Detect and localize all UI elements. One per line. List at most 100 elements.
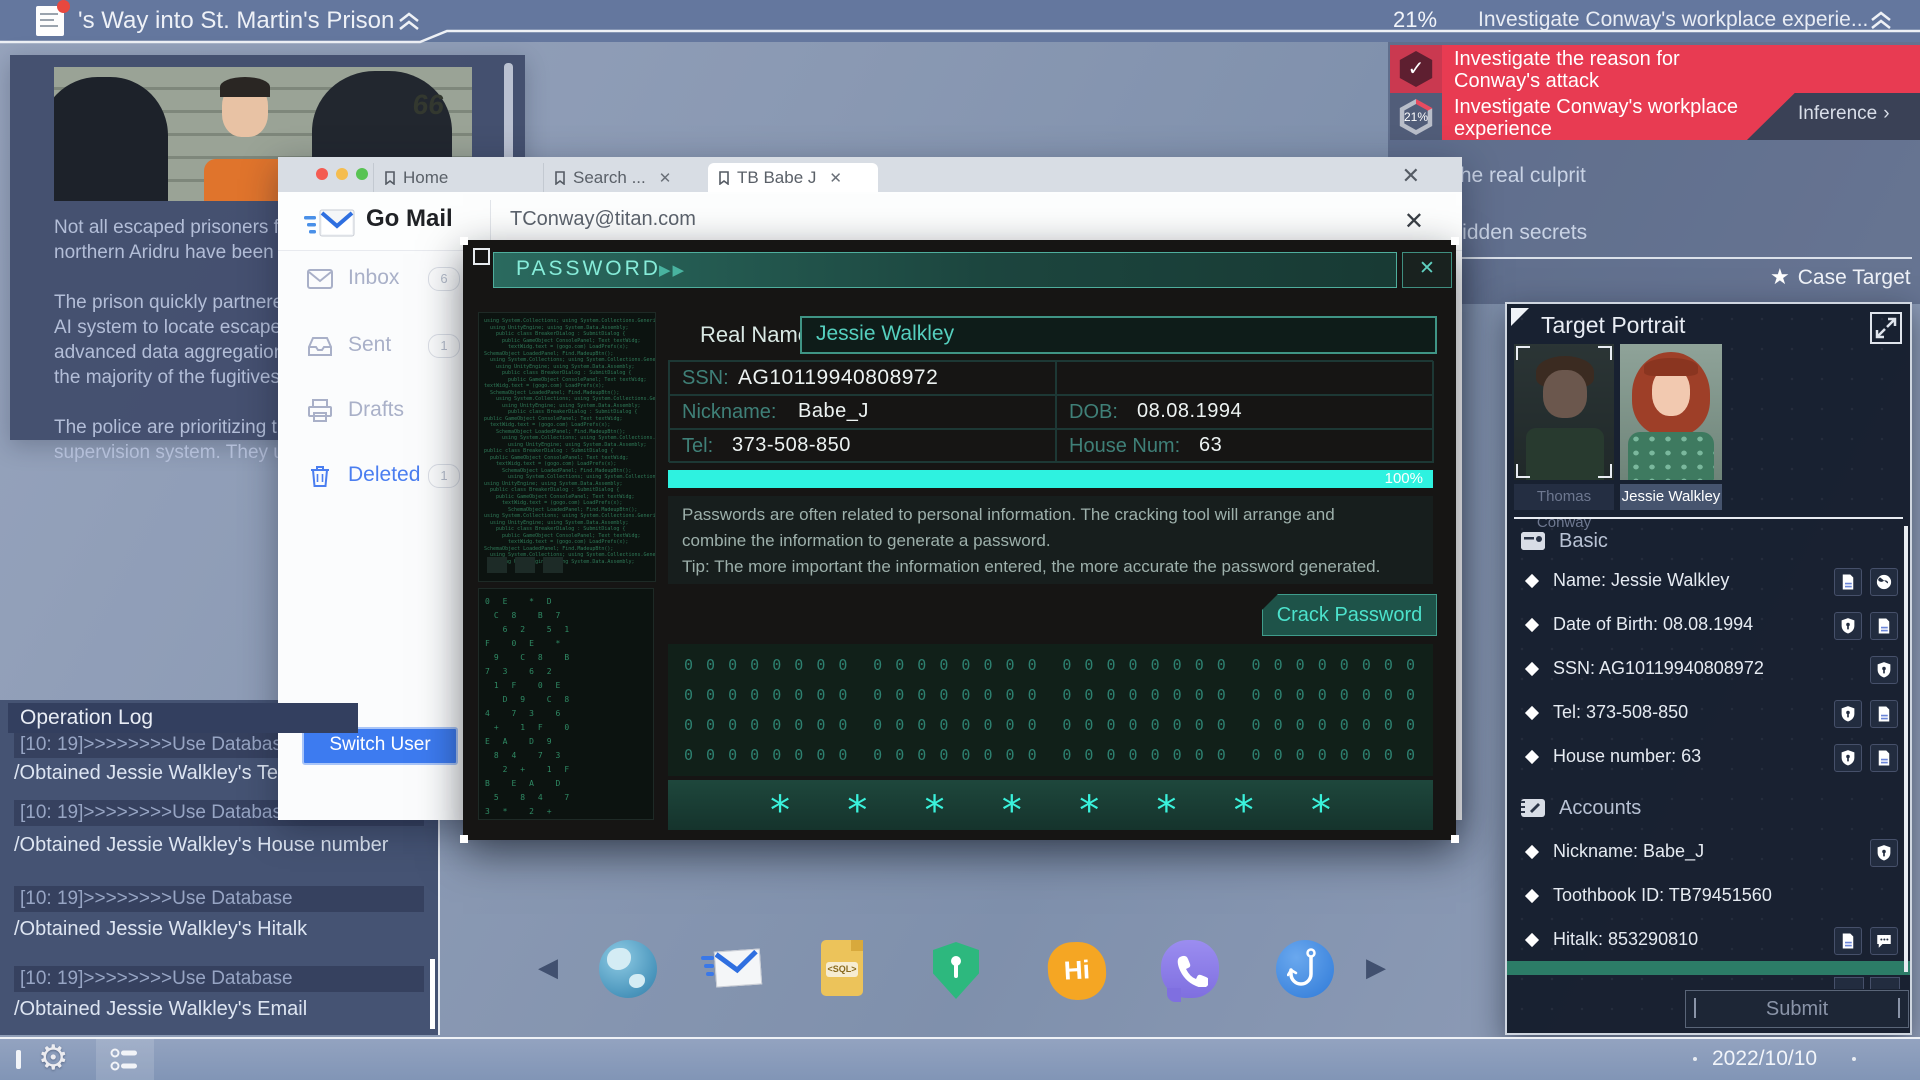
info-text: Nickname: Babe_J [1553, 841, 1705, 861]
doc-icon[interactable] [1870, 700, 1898, 728]
settings-gear-icon[interactable]: ⚙ [38, 1038, 68, 1078]
log-entry-time: [10: 19]>>>>>>>>Use Database [14, 966, 424, 992]
submit-button[interactable]: Submit [1685, 990, 1909, 1028]
real-name-input[interactable]: Jessie Walkley [800, 316, 1437, 354]
folder-label: Deleted [348, 463, 421, 486]
id-card-icon [1521, 532, 1545, 550]
browser-globe-icon[interactable] [599, 940, 657, 998]
tab-close-icon[interactable]: ✕ [659, 169, 672, 187]
task-manager-icon[interactable] [96, 1039, 154, 1080]
window-mode-icon[interactable] [473, 248, 490, 265]
ssn-cell[interactable]: SSN: AG10119940808972 [669, 361, 1056, 395]
basic-section-title: Basic [1559, 530, 1608, 552]
dock-scroll-left-icon[interactable]: ◀ [538, 952, 558, 983]
shield-icon[interactable] [1834, 612, 1862, 640]
personal-info-grid: SSN: AG10119940808972 Nickname: Babe_J D… [668, 360, 1434, 463]
news-app-icon[interactable] [36, 0, 70, 36]
digit-group: 0 0 0 0 0 0 0 0 [1062, 656, 1228, 674]
globe-icon[interactable] [1870, 568, 1898, 596]
folder-count-badge: 6 [428, 267, 460, 291]
task-collapse-chevron-icon[interactable] [1868, 9, 1894, 31]
mail-account-address: TConway@titan.com [510, 208, 696, 230]
diamond-bullet-icon [1524, 661, 1540, 677]
portrait-jessie-walkley[interactable] [1620, 344, 1722, 480]
folder-count-badge: 1 [428, 464, 460, 488]
browser-close-button[interactable]: ✕ [1402, 163, 1420, 189]
log-entry-detail: /Obtained Jessie Walkley's House number [14, 834, 389, 856]
info-text: Tel: 373-508-850 [1553, 702, 1689, 722]
minimized-window-indicator[interactable] [16, 1050, 21, 1069]
traffic-light-close-icon[interactable] [316, 168, 328, 180]
password-close-button[interactable]: ✕ [1402, 252, 1452, 288]
log-entry-time: [10: 19]>>>>>>>>Use Database [14, 886, 424, 912]
traffic-light-minimize-icon[interactable] [336, 168, 348, 180]
shield-icon[interactable] [1870, 839, 1898, 867]
browser-tab-home[interactable]: Home [373, 163, 544, 192]
tab-label: TB Babe J [737, 167, 817, 187]
chat-icon[interactable] [1870, 927, 1898, 955]
operation-log-scrollbar[interactable] [430, 959, 435, 1029]
phone-icon[interactable] [1161, 940, 1219, 1002]
password-mask-char: * [845, 788, 870, 834]
doc-icon[interactable] [1834, 927, 1862, 955]
accounts-section-title: Accounts [1559, 797, 1642, 819]
fish-hook-icon[interactable] [1276, 940, 1334, 998]
case-panel-scrollbar[interactable] [1904, 526, 1908, 972]
nickname-cell[interactable]: Nickname: Babe_J [669, 395, 1056, 429]
digit-group: 0 0 0 0 0 0 0 0 [1251, 686, 1417, 704]
diamond-bullet-icon [1524, 888, 1540, 904]
crack-password-button[interactable]: Crack Password [1262, 594, 1437, 636]
portrait-thomas-conway[interactable] [1514, 344, 1614, 480]
hitalk-icon[interactable]: Hi [1046, 940, 1108, 1002]
house-num-cell[interactable]: House Num: 63 [1056, 429, 1434, 463]
digit-group: 0 0 0 0 0 0 0 0 [873, 746, 1039, 764]
digit-group: 0 0 0 0 0 0 0 0 [1062, 716, 1228, 734]
divider [1390, 257, 1912, 259]
doc-icon[interactable] [1870, 612, 1898, 640]
dot-decoration [1693, 1057, 1697, 1061]
info-text: Hitalk: 853290810 [1553, 929, 1699, 949]
password-window-titlebar[interactable]: PASSWORD ▶▶ [493, 252, 1397, 288]
diamond-bullet-icon [1524, 749, 1540, 765]
password-cracker-window: PASSWORD ▶▶ ✕ using System.Collections; … [460, 237, 1459, 843]
go-mail-dock-icon[interactable] [701, 940, 763, 998]
doc-icon[interactable] [1834, 568, 1862, 596]
case-target-panel: Target Portrait Thomas Conway Jessie Wal… [1505, 302, 1912, 1035]
shield-icon[interactable] [1870, 656, 1898, 684]
tab-close-icon[interactable]: ✕ [829, 169, 842, 187]
tel-cell[interactable]: Tel: 373-508-850 [669, 429, 1056, 463]
empty-cell [1056, 361, 1434, 395]
shield-icon[interactable] [1834, 744, 1862, 772]
browser-tab-bar: Home Search ... ✕ TB Babe J ✕ ✕ [278, 157, 1462, 192]
password-mask-char: * [1154, 788, 1179, 834]
browser-tab-search-[interactable]: Search ... ✕ [543, 163, 714, 192]
dock-scroll-right-icon[interactable]: ▶ [1366, 952, 1386, 983]
crack-progress-bar: 100% [668, 470, 1433, 488]
task-1-line-1: Investigate the reason for [1454, 48, 1680, 70]
digit-scramble-display: 0 0 0 0 0 0 0 0 0 0 0 0 0 0 0 0 0 0 0 0 0 … [668, 644, 1433, 776]
operation-log-header: Operation Log [8, 703, 358, 733]
sql-database-icon[interactable]: <SQL> [813, 940, 871, 998]
current-task-title: Investigate Conway's workplace experie..… [1478, 8, 1869, 31]
folder-count-badge: 1 [428, 334, 460, 358]
task-2-line-1: Investigate Conway's workplace [1454, 96, 1738, 118]
log-entry-detail: /Obtained Jessie Walkley's Hitalk [14, 918, 308, 940]
crack-description: Passwords are often related to personal … [668, 496, 1433, 584]
inference-button[interactable]: Inference › [1798, 103, 1890, 125]
mail-close-button[interactable]: ✕ [1404, 207, 1424, 236]
inbox-icon [307, 269, 333, 289]
divider [490, 200, 491, 242]
password-mask-char: * [1077, 788, 1102, 834]
expand-icon[interactable] [1870, 312, 1902, 344]
browser-tab-tb-babe-j[interactable]: TB Babe J ✕ [708, 163, 878, 192]
password-shield-icon[interactable] [927, 942, 985, 1000]
digit-group: 0 0 0 0 0 0 0 0 [873, 686, 1039, 704]
cut-icon-tile [1870, 977, 1900, 989]
doc-icon[interactable] [1870, 744, 1898, 772]
dob-cell[interactable]: DOB: 08.08.1994 [1056, 395, 1434, 429]
bookmark-icon [719, 170, 729, 185]
digit-group: 0 0 0 0 0 0 0 0 [1062, 746, 1228, 764]
shield-icon[interactable] [1834, 700, 1862, 728]
news-collapse-chevron-icon[interactable] [396, 10, 422, 32]
traffic-light-zoom-icon[interactable] [356, 168, 368, 180]
